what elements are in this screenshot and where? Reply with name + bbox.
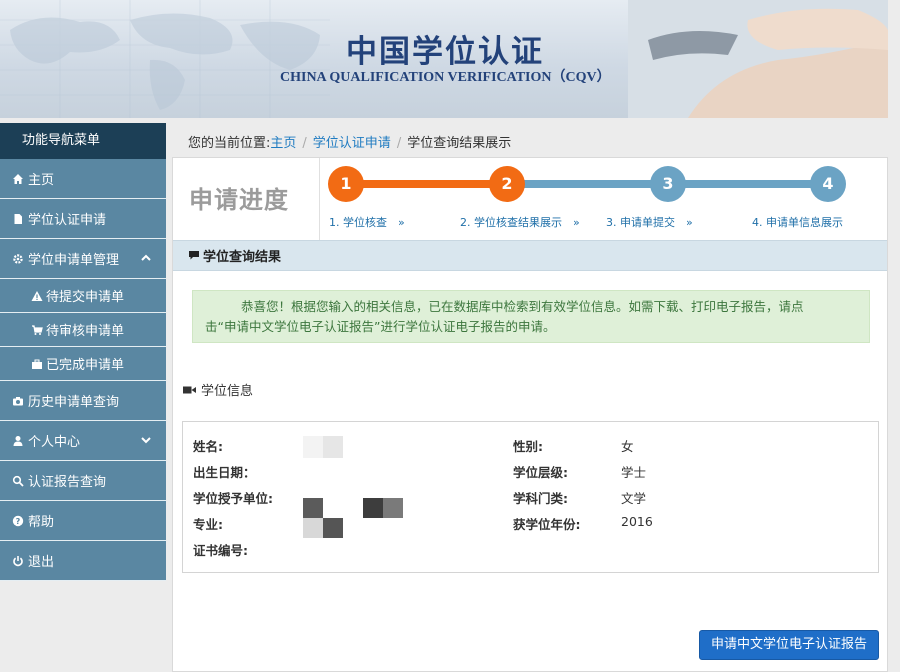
sidebar-title: 功能导航菜单 xyxy=(0,123,166,159)
sidebar-item-label: 个人中心 xyxy=(28,435,81,450)
sidebar-item-label: 已完成申请单 xyxy=(46,358,125,373)
redacted-major xyxy=(303,518,343,538)
header-banner: 中国学位认证 CHINA QUALIFICATION VERIFICATION（… xyxy=(0,0,888,118)
step-2-label: 2. 学位核查结果展示 » xyxy=(460,216,580,229)
field-label-certificate-number: 证书编号: xyxy=(193,543,248,558)
warning-icon xyxy=(30,289,43,302)
sidebar-item-completed[interactable]: 已完成申请单 xyxy=(0,347,166,381)
step-3-label: 3. 申请单提交 » xyxy=(606,216,693,229)
step-4-circle: 4 xyxy=(810,166,846,202)
power-icon xyxy=(11,554,24,567)
comment-icon xyxy=(188,249,201,262)
step-2-circle: 2 xyxy=(489,166,525,202)
briefcase-icon xyxy=(30,357,43,370)
progress-label: 申请进度 xyxy=(189,186,289,214)
redacted-institution xyxy=(303,498,323,518)
sidebar-item-label: 历史申请单查询 xyxy=(28,395,120,410)
home-icon xyxy=(11,172,24,185)
sidebar-item-label: 主页 xyxy=(28,173,55,188)
sidebar-item-pending-submit[interactable]: 待提交申请单 xyxy=(0,279,166,313)
search-icon xyxy=(11,474,24,487)
sidebar-item-label: 帮助 xyxy=(28,515,55,530)
breadcrumb-prefix: 您的当前位置: xyxy=(188,136,271,151)
alert-message-line2: 击“申请中文学位电子认证报告”进行学位认证电子报告的申请。 xyxy=(205,319,556,334)
hands-image xyxy=(628,0,888,118)
degree-info-table: 姓名: 出生日期： 学位授予单位: 专业: 证书编号: 性别: 学位层级: 学科… xyxy=(182,421,879,573)
svg-text:?: ? xyxy=(15,517,20,526)
cart-icon xyxy=(30,323,43,336)
chevron-up-icon xyxy=(140,252,152,264)
breadcrumb: 您的当前位置:主页 / 学位认证申请 / 学位查询结果展示 xyxy=(188,132,511,151)
alert-message-line1: 恭喜您！根据您输入的相关信息，已在数据库中检索到有效学位信息。如需下载、打印电子… xyxy=(241,299,804,314)
field-label-discipline: 学科门类: xyxy=(513,491,568,506)
step-1-circle: 1 xyxy=(328,166,364,202)
field-label-major: 专业: xyxy=(193,517,223,532)
sidebar-item-degree-apply[interactable]: 学位认证申请 xyxy=(0,199,166,239)
sidebar-item-pending-review[interactable]: 待审核申请单 xyxy=(0,313,166,347)
step-1-label: 1. 学位核查 » xyxy=(329,216,405,229)
progress-steps: 1 2 3 4 1. 学位核查 » 2. 学位核查结果展示 » 3. 申请单提交… xyxy=(319,158,887,240)
sidebar-item-label: 学位申请单管理 xyxy=(28,253,120,268)
main-panel: 申请进度 1 2 3 4 1. 学位核查 » 2. 学位核查结果展示 » 3. … xyxy=(172,157,888,672)
sidebar-item-label: 待提交申请单 xyxy=(46,290,125,305)
site-subtitle: CHINA QUALIFICATION VERIFICATION（CQV） xyxy=(280,70,611,85)
progress-track-done xyxy=(340,180,510,188)
degree-info-header: 学位信息 xyxy=(183,380,253,399)
breadcrumb-current: 学位查询结果展示 xyxy=(407,136,512,151)
world-map-image xyxy=(0,0,330,118)
sidebar-item-history[interactable]: 历史申请单查询 xyxy=(0,381,166,421)
apply-report-button[interactable]: 申请中文学位电子认证报告 xyxy=(699,630,879,660)
sidebar-item-label: 待审核申请单 xyxy=(46,324,125,339)
field-label-birthdate: 出生日期： xyxy=(193,465,256,480)
camera-icon xyxy=(11,394,24,407)
step-3-circle: 3 xyxy=(650,166,686,202)
field-value-degree-year: 2016 xyxy=(621,514,653,529)
step-4-label: 4. 申请单信息展示 xyxy=(752,216,843,229)
sidebar-item-logout[interactable]: 退出 xyxy=(0,541,166,581)
field-value-discipline: 文学 xyxy=(621,491,647,506)
sidebar-item-home[interactable]: 主页 xyxy=(0,159,166,199)
sidebar-item-personal-center[interactable]: 个人中心 xyxy=(0,421,166,461)
video-camera-icon xyxy=(183,384,197,396)
document-icon xyxy=(11,212,24,225)
breadcrumb-separator: / xyxy=(302,136,307,151)
success-alert: 恭喜您！根据您输入的相关信息，已在数据库中检索到有效学位信息。如需下载、打印电子… xyxy=(192,290,870,343)
progress-section: 申请进度 1 2 3 4 1. 学位核查 » 2. 学位核查结果展示 » 3. … xyxy=(173,158,887,240)
redacted-institution-2 xyxy=(363,498,403,518)
gear-icon xyxy=(11,252,24,265)
site-title: 中国学位认证 xyxy=(346,34,544,70)
field-label-name: 姓名: xyxy=(193,439,223,454)
degree-info-title: 学位信息 xyxy=(201,384,254,399)
breadcrumb-separator: / xyxy=(396,136,402,151)
field-label-institution: 学位授予单位: xyxy=(193,491,273,506)
field-label-gender: 性别: xyxy=(513,439,543,454)
help-icon: ? xyxy=(11,514,24,527)
result-section-title: 学位查询结果 xyxy=(203,250,282,265)
breadcrumb-link-degree-apply[interactable]: 学位认证申请 xyxy=(313,136,391,151)
field-label-degree-level: 学位层级: xyxy=(513,465,568,480)
chevron-down-icon xyxy=(140,434,152,446)
sidebar-item-help[interactable]: ? 帮助 xyxy=(0,501,166,541)
sidebar-item-label: 退出 xyxy=(28,555,55,570)
user-icon xyxy=(11,434,24,447)
result-section-header: 学位查询结果 xyxy=(173,240,887,271)
sidebar-item-label: 学位认证申请 xyxy=(28,213,107,228)
sidebar-item-application-management[interactable]: 学位申请单管理 xyxy=(0,239,166,279)
field-label-degree-year: 获学位年份: xyxy=(513,517,581,532)
field-value-gender: 女 xyxy=(621,439,634,454)
sidebar-nav: 功能导航菜单 主页 学位认证申请 学位申请单管理 待提交申请单 待审核申请单 已… xyxy=(0,123,166,581)
sidebar-item-report-query[interactable]: 认证报告查询 xyxy=(0,461,166,501)
breadcrumb-link-home[interactable]: 主页 xyxy=(270,136,296,151)
redacted-name xyxy=(303,436,343,458)
sidebar-item-label: 认证报告查询 xyxy=(28,475,107,490)
field-value-degree-level: 学士 xyxy=(621,465,647,480)
